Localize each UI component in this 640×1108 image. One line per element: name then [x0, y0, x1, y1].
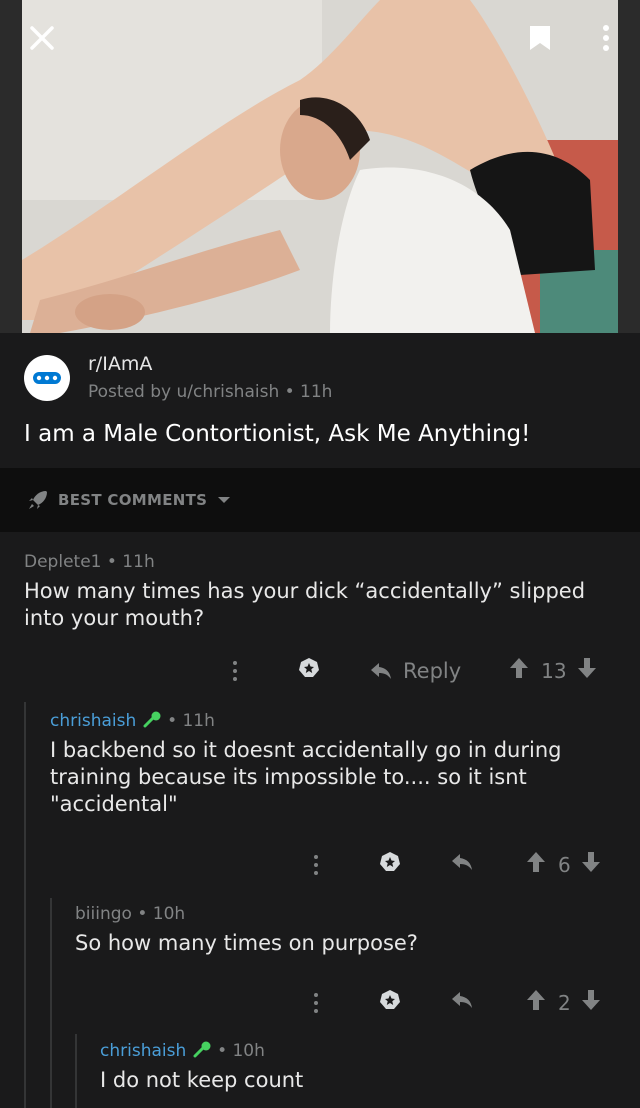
upvote-arrow-icon	[527, 990, 545, 1010]
bookmark-icon	[530, 26, 550, 50]
subreddit-avatar[interactable]	[24, 355, 70, 401]
comments-section: Deplete1 • 11h How many times has your d…	[0, 532, 640, 1108]
upvote-button[interactable]	[509, 657, 529, 684]
comment-time: • 11h	[106, 552, 155, 572]
comment-author[interactable]: chrishaish	[50, 711, 136, 731]
comment-author[interactable]: chrishaish	[100, 1041, 186, 1061]
comment-actions: 6	[306, 850, 601, 879]
comment-time: • 10h	[217, 1041, 265, 1061]
comment-body: So how many times on purpose?	[75, 931, 418, 955]
reply-button[interactable]	[450, 990, 474, 1015]
post-header: r/IAmA Posted by u/chrishaish • 11h I am…	[0, 333, 640, 468]
post-meta: Posted by u/chrishaish • 11h	[88, 382, 333, 402]
downvote-button[interactable]	[581, 851, 601, 878]
award-icon	[380, 852, 400, 871]
reply-button[interactable]: Reply	[369, 659, 461, 683]
ama-icon	[29, 360, 65, 396]
more-vertical-icon	[314, 854, 318, 875]
post-title: I am a Male Contortionist, Ask Me Anythi…	[24, 421, 531, 447]
comment-meta: chrishaish • 11h	[50, 710, 610, 731]
comment-more-button[interactable]	[306, 854, 326, 876]
upvote-button[interactable]	[526, 851, 546, 878]
reply-label: Reply	[403, 658, 462, 683]
close-button[interactable]	[24, 20, 60, 56]
comment-time: • 10h	[137, 904, 186, 924]
downvote-arrow-icon	[581, 852, 600, 872]
rocket-icon	[29, 491, 47, 509]
upvote-arrow-icon	[510, 658, 529, 678]
comment-actions: 2	[306, 988, 601, 1017]
award-icon	[299, 658, 319, 677]
reply-icon	[452, 992, 472, 1008]
reply-icon	[371, 662, 391, 679]
microphone-icon	[143, 711, 161, 728]
award-button[interactable]	[297, 656, 321, 685]
comment: biiingo • 10h So how many times on purpo…	[75, 904, 615, 957]
thread-line[interactable]	[75, 1034, 77, 1108]
thread-line[interactable]	[24, 702, 26, 1108]
reply-icon	[452, 854, 472, 870]
upvote-arrow-icon	[527, 852, 545, 872]
award-button[interactable]	[378, 850, 402, 879]
comment-body: How many times has your dick “accidental…	[24, 579, 586, 630]
comment-actions: Reply 13	[225, 656, 597, 685]
comment: chrishaish • 11h I backbend so it doesnt…	[50, 710, 610, 818]
comment: Deplete1 • 11h How many times has your d…	[24, 552, 624, 632]
more-vertical-icon	[603, 25, 609, 51]
comment-meta: chrishaish • 10h	[100, 1040, 620, 1061]
save-button[interactable]	[522, 20, 558, 56]
comment-time: • 11h	[167, 711, 215, 731]
comment-more-button[interactable]	[306, 992, 326, 1014]
downvote-button[interactable]	[577, 657, 597, 684]
comment-author[interactable]: biiingo	[75, 904, 132, 924]
comment-meta: Deplete1 • 11h	[24, 552, 624, 572]
comment-sort-bar[interactable]: BEST COMMENTS	[0, 468, 640, 532]
comment-score: 6	[558, 852, 571, 877]
comment-body: I backbend so it doesnt accidentally go …	[50, 738, 562, 816]
comment-more-button[interactable]	[225, 660, 245, 682]
comment-score: 2	[558, 990, 571, 1015]
caret-down-icon	[218, 497, 231, 503]
comment-author[interactable]: Deplete1	[24, 552, 101, 572]
comment: chrishaish • 10h I do not keep count	[100, 1040, 620, 1094]
thread-line[interactable]	[50, 898, 52, 1108]
upvote-button[interactable]	[526, 989, 546, 1016]
reply-button[interactable]	[450, 852, 474, 877]
subreddit-name[interactable]: r/IAmA	[88, 353, 152, 375]
more-vertical-icon	[314, 992, 318, 1013]
downvote-button[interactable]	[581, 989, 601, 1016]
sort-label: BEST COMMENTS	[58, 491, 208, 509]
downvote-arrow-icon	[581, 990, 600, 1010]
award-icon	[380, 990, 400, 1009]
comment-meta: biiingo • 10h	[75, 904, 615, 924]
microphone-icon	[193, 1041, 211, 1058]
more-options-button[interactable]	[588, 20, 624, 56]
close-icon	[30, 26, 54, 50]
award-button[interactable]	[378, 988, 402, 1017]
comment-body: I do not keep count	[100, 1068, 304, 1092]
post-image[interactable]	[0, 0, 640, 333]
comment-score: 13	[541, 658, 567, 683]
more-vertical-icon	[233, 660, 237, 681]
downvote-arrow-icon	[577, 658, 596, 678]
